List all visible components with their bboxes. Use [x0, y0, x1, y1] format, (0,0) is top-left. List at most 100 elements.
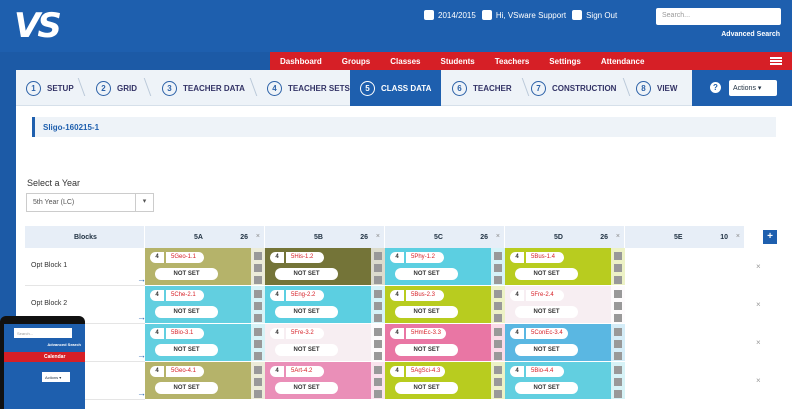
tablet-actions-button[interactable]: Actions ▾ — [42, 372, 70, 382]
list-icon[interactable] — [614, 352, 622, 360]
menu-attendance[interactable]: Attendance — [591, 57, 655, 66]
edit-icon[interactable] — [494, 290, 502, 298]
list-icon[interactable] — [374, 276, 382, 284]
list-icon[interactable] — [254, 352, 262, 360]
edit-icon[interactable] — [614, 366, 622, 374]
edit-icon[interactable] — [254, 252, 262, 260]
class-card[interactable]: 4 5His-1.2 NOT SET — [265, 248, 385, 286]
list-icon[interactable] — [374, 314, 382, 322]
teacher-status[interactable]: NOT SET — [395, 268, 458, 280]
step-view[interactable]: 8 VIEW — [636, 70, 677, 106]
step-teacher[interactable]: 6 TEACHER — [452, 70, 512, 106]
teacher-status[interactable]: NOT SET — [275, 268, 338, 280]
class-card[interactable]: 4 5Geo-1.1 NOT SET — [145, 248, 265, 286]
class-card[interactable]: 4 5Geo-4.1 NOT SET — [145, 362, 265, 400]
edit-icon[interactable] — [494, 366, 502, 374]
delete-icon[interactable] — [614, 340, 622, 348]
list-icon[interactable] — [494, 352, 502, 360]
edit-icon[interactable] — [494, 328, 502, 336]
close-icon[interactable]: × — [376, 233, 380, 240]
list-icon[interactable] — [374, 352, 382, 360]
delete-icon[interactable] — [374, 302, 382, 310]
teacher-status[interactable]: NOT SET — [155, 306, 218, 318]
tablet-search-input[interactable]: Search... — [14, 328, 72, 338]
class-card[interactable]: 4 5Phy-1.2 NOT SET — [385, 248, 505, 286]
delete-icon[interactable] — [254, 302, 262, 310]
tablet-advanced-search-link[interactable]: Advanced Search — [47, 342, 81, 347]
teacher-status[interactable]: NOT SET — [515, 306, 578, 318]
class-card[interactable]: 4 5Eng-2.2 NOT SET — [265, 286, 385, 324]
list-icon[interactable] — [614, 390, 622, 398]
delete-icon[interactable] — [254, 378, 262, 386]
delete-icon[interactable] — [494, 340, 502, 348]
edit-icon[interactable] — [374, 290, 382, 298]
teacher-status[interactable]: NOT SET — [275, 382, 338, 394]
vsware-logo[interactable]: VS — [14, 6, 62, 46]
menu-teachers[interactable]: Teachers — [485, 57, 540, 66]
menu-groups[interactable]: Groups — [332, 57, 380, 66]
class-card[interactable]: 4 5Bio-4.4 NOT SET — [505, 362, 625, 400]
class-card[interactable]: 4 5Che-2.1 NOT SET — [145, 286, 265, 324]
step-construction[interactable]: 7 CONSTRUCTION — [531, 70, 616, 106]
list-icon[interactable] — [614, 314, 622, 322]
close-icon[interactable]: × — [616, 233, 620, 240]
teacher-status[interactable]: NOT SET — [155, 382, 218, 394]
list-icon[interactable] — [494, 390, 502, 398]
close-icon[interactable]: × — [756, 262, 761, 271]
class-card[interactable]: 4 5Bio-3.1 NOT SET — [145, 324, 265, 362]
class-card[interactable]: 4 5Fre-2.4 NOT SET — [505, 286, 625, 324]
list-icon[interactable] — [254, 276, 262, 284]
step-grid[interactable]: 2 GRID — [96, 70, 137, 106]
class-card[interactable]: 4 5Bus-1.4 NOT SET — [505, 248, 625, 286]
menu-dashboard[interactable]: Dashboard — [270, 57, 332, 66]
delete-icon[interactable] — [374, 340, 382, 348]
menu-students[interactable]: Students — [431, 57, 485, 66]
search-input[interactable]: Search... — [656, 8, 781, 25]
teacher-status[interactable]: NOT SET — [515, 344, 578, 356]
teacher-status[interactable]: NOT SET — [395, 306, 458, 318]
delete-icon[interactable] — [494, 264, 502, 272]
year-select[interactable]: 5th Year (LC) ▾ — [26, 193, 154, 212]
close-icon[interactable]: × — [256, 233, 260, 240]
edit-icon[interactable] — [254, 328, 262, 336]
class-card[interactable]: 4 5ConEc-3.4 NOT SET — [505, 324, 625, 362]
list-icon[interactable] — [614, 276, 622, 284]
teacher-status[interactable]: NOT SET — [275, 306, 338, 318]
close-icon[interactable]: × — [736, 233, 740, 240]
delete-icon[interactable] — [494, 302, 502, 310]
edit-icon[interactable] — [374, 252, 382, 260]
actions-dropdown[interactable]: Actions ▾ — [729, 80, 777, 96]
teacher-status[interactable]: NOT SET — [275, 344, 338, 356]
user-link[interactable]: Hi, VSware Support — [481, 10, 566, 20]
teacher-status[interactable]: NOT SET — [155, 344, 218, 356]
edit-icon[interactable] — [374, 366, 382, 374]
delete-icon[interactable] — [614, 378, 622, 386]
list-icon[interactable] — [494, 314, 502, 322]
class-card[interactable]: 4 5AgSci-4.3 NOT SET — [385, 362, 505, 400]
help-icon[interactable]: ? — [710, 82, 721, 93]
close-icon[interactable]: × — [756, 376, 761, 385]
menu-settings[interactable]: Settings — [539, 57, 591, 66]
edit-icon[interactable] — [374, 328, 382, 336]
delete-icon[interactable] — [374, 378, 382, 386]
class-card[interactable]: 4 5HmEc-3.3 NOT SET — [385, 324, 505, 362]
teacher-status[interactable]: NOT SET — [515, 382, 578, 394]
teacher-status[interactable]: NOT SET — [395, 382, 458, 394]
teacher-status[interactable]: NOT SET — [395, 344, 458, 356]
close-icon[interactable]: × — [756, 300, 761, 309]
edit-icon[interactable] — [494, 252, 502, 260]
add-column-button[interactable]: + — [763, 230, 777, 244]
step-teacher-data[interactable]: 3 TEACHER DATA — [162, 70, 245, 106]
edit-icon[interactable] — [254, 366, 262, 374]
academic-year-link[interactable]: 2014/2015 — [424, 10, 476, 20]
edit-icon[interactable] — [254, 290, 262, 298]
hamburger-menu-icon[interactable] — [770, 57, 782, 65]
edit-icon[interactable] — [614, 252, 622, 260]
edit-icon[interactable] — [614, 290, 622, 298]
delete-icon[interactable] — [374, 264, 382, 272]
close-icon[interactable]: × — [496, 233, 500, 240]
close-icon[interactable]: × — [756, 338, 761, 347]
sign-out-link[interactable]: Sign Out — [572, 10, 617, 20]
list-icon[interactable] — [494, 276, 502, 284]
tablet-menu-calendar[interactable]: Calendar — [44, 354, 65, 360]
